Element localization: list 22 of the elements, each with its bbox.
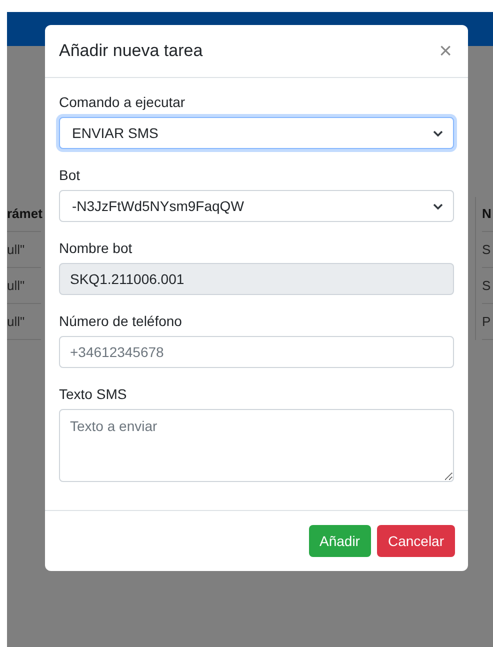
field-label: Número de teléfono	[59, 312, 183, 331]
select-field[interactable]: ENVIAR SMS	[59, 117, 454, 149]
text-area[interactable]: Texto a enviar	[59, 409, 454, 482]
input-field[interactable]: +34612345678	[59, 336, 454, 368]
close-button[interactable]: ×	[439, 40, 454, 62]
select-field[interactable]: -N3JzFtWd5NYsm9FaqQW	[59, 190, 454, 222]
chevron-icon	[433, 130, 443, 136]
table-cell: S	[482, 268, 493, 304]
table-cell: S	[482, 232, 493, 268]
field-label: Bot	[59, 166, 82, 185]
table-cell: ull"	[7, 304, 41, 340]
field-label: Nombre bot	[59, 239, 134, 258]
field-label: Texto SMS	[59, 385, 128, 404]
column-header: rámet	[7, 197, 41, 232]
cancel-button[interactable]: Cancelar	[376, 525, 455, 557]
field-label: Comando a ejecutar	[59, 93, 186, 112]
chevron-icon	[433, 202, 443, 210]
table-cell: ull"	[7, 268, 41, 304]
table-cell: ull"	[7, 232, 41, 268]
column-header: N	[482, 197, 493, 232]
dialog-title: Añadir nueva tarea	[59, 40, 203, 62]
table-cell: P	[482, 304, 493, 340]
